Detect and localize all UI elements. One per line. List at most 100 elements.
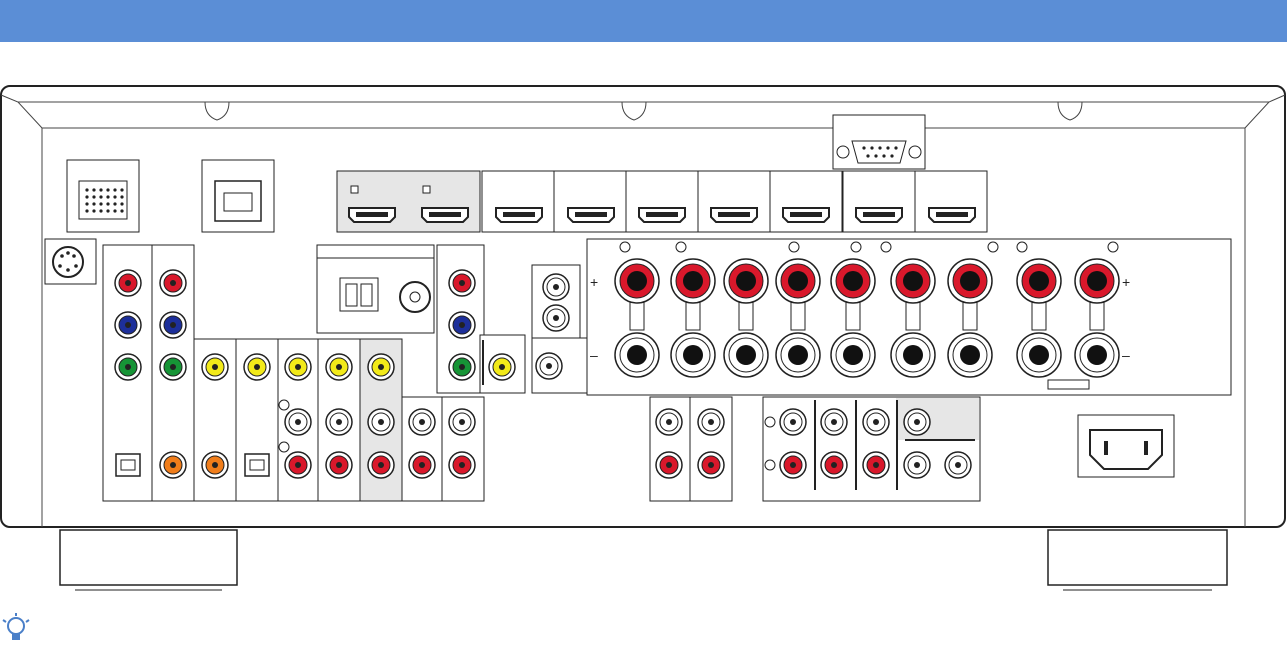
rs232c-pin (878, 146, 882, 150)
component-2-pb-pin (170, 322, 176, 328)
speaker-3-plus-hole (736, 271, 756, 291)
remote-pin (113, 188, 117, 192)
speaker-2-minus-hole (683, 345, 703, 365)
hdmi-port-1-contacts (356, 212, 388, 217)
speaker-6-plus-hole (903, 271, 923, 291)
monitor-video-out-pin (499, 364, 505, 370)
din-pin (66, 268, 70, 272)
remote-pin (106, 188, 110, 192)
rs232c-pin (886, 146, 890, 150)
coaxial-in-1-pin (170, 462, 176, 468)
video-in-3-pin (212, 364, 218, 370)
video-in-5-pin (295, 364, 301, 370)
power-pin-right (1144, 441, 1148, 455)
preout-marker-r (764, 459, 776, 471)
remote-pin (113, 195, 117, 199)
speaker-4-plus-hole (788, 271, 808, 291)
remote-pin (92, 195, 96, 199)
rs232c-pin (866, 154, 870, 158)
hdmi-out2-marker (422, 185, 431, 194)
speaker-7-plus-hole (960, 271, 980, 291)
audio-in-7-r-pin (378, 462, 384, 468)
optical-in-2-shutter (249, 459, 265, 471)
hdmi-port-3-contacts (503, 212, 535, 217)
audio-5-marker-r (278, 441, 290, 453)
hdmi-port-6-contacts (718, 212, 750, 217)
network-port-inner (223, 192, 253, 212)
am-terminal-2 (360, 283, 373, 307)
component-out-y-pin (459, 364, 465, 370)
preout-1-l-pin (666, 419, 672, 425)
remote-pin (85, 202, 89, 206)
remote-port[interactable] (78, 180, 128, 220)
remote-pin (106, 195, 110, 199)
optical-in-1-shutter (120, 459, 136, 471)
remote-pin (92, 202, 96, 206)
video-in-4-pin (254, 364, 260, 370)
preout-subwoofer-1-pin (914, 462, 920, 468)
remote-pin (120, 188, 124, 192)
hdmi-port-2-contacts (429, 212, 461, 217)
preout-3-r-pin (790, 462, 796, 468)
component-out-pr-pin (459, 280, 465, 286)
speaker-8-minus-hole (1029, 345, 1049, 365)
preout-subwoofer-2-pin (955, 462, 961, 468)
hdmi-port-7-contacts (790, 212, 822, 217)
speaker-plus-right: + (1122, 274, 1130, 290)
speaker-1-plus-hole (627, 271, 647, 291)
remote-pin (92, 209, 96, 213)
remote-pin (85, 188, 89, 192)
preout-4-r-pin (831, 462, 837, 468)
audio-in-8-r-pin (419, 462, 425, 468)
preout-5-l-pin (873, 419, 879, 425)
din-pin (60, 254, 64, 258)
speaker-1-minus-hole (627, 345, 647, 365)
speaker-5-plus-hole (843, 271, 863, 291)
remote-pin (106, 202, 110, 206)
speaker-marker-3 (788, 241, 800, 253)
lightbulb-icon (0, 613, 31, 646)
remote-pin (113, 209, 117, 213)
speaker-5-minus-hole (843, 345, 863, 365)
speaker-8-link (1031, 299, 1047, 331)
speaker-6-link (905, 299, 921, 331)
power-inlet[interactable] (1089, 429, 1163, 470)
audio-5-marker-l (278, 399, 290, 411)
component-1-y-pin (125, 364, 131, 370)
rs232c-screw-left (836, 145, 850, 159)
speaker-7-minus-hole (960, 345, 980, 365)
audio-in-7-l-pin (378, 419, 384, 425)
preout-1-r-pin (666, 462, 672, 468)
remote-pin (120, 195, 124, 199)
audio-in-6-l-pin (336, 419, 342, 425)
component-2-y-pin (170, 364, 176, 370)
hdmi-port-9-contacts (936, 212, 968, 217)
rs232c-port[interactable] (851, 140, 907, 164)
coaxial-in-2-pin (212, 462, 218, 468)
din-pin (66, 251, 70, 255)
remote-pin (99, 202, 103, 206)
remote-pin (120, 209, 124, 213)
speaker-8-plus-hole (1029, 271, 1049, 291)
audio-in-8-l-pin (419, 419, 425, 425)
rs232c-screw-right (908, 145, 922, 159)
speaker-6-minus-hole (903, 345, 923, 365)
preout-4-l-pin (831, 419, 837, 425)
speaker-marker-7 (1016, 241, 1028, 253)
rs232c-pin (882, 154, 886, 158)
video-in-7-pin (378, 364, 384, 370)
foot-left (59, 529, 238, 586)
speaker-7-link (962, 299, 978, 331)
power-pin-left (1104, 441, 1108, 455)
speaker-3-link (738, 299, 754, 331)
rs232c-pin (874, 154, 878, 158)
remote-pin (92, 188, 96, 192)
din-pin (72, 254, 76, 258)
subwoofer-out-2-pin (553, 315, 559, 321)
speaker-minus-left: – (590, 347, 598, 363)
speaker-marker-2 (675, 241, 687, 253)
speaker-4-link (790, 299, 806, 331)
preout-3-l-pin (790, 419, 796, 425)
remote-pin (106, 209, 110, 213)
component-2-pr-pin (170, 280, 176, 286)
